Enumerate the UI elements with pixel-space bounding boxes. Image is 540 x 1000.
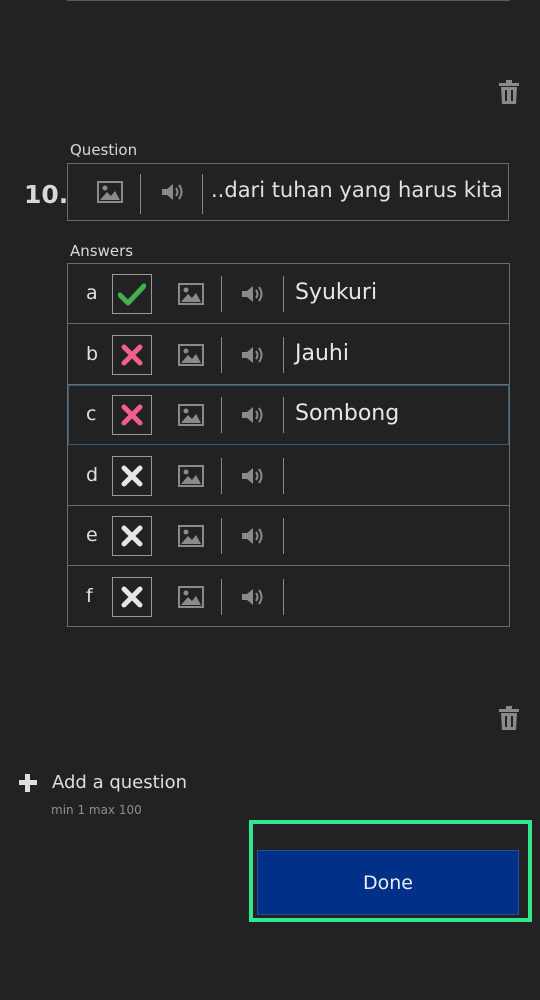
cross-icon [121,586,143,607]
cross-icon [121,344,143,365]
divider [221,457,222,494]
add-audio-button[interactable] [240,586,266,612]
image-icon [178,525,204,547]
divider [140,174,141,214]
add-image-button[interactable] [178,404,204,430]
question-input-box[interactable]: dari tuhan yang harus kita.. [67,163,509,221]
answer-letter: f [86,584,93,607]
cross-icon [121,404,143,426]
answer-letter: a [86,282,98,304]
speaker-icon [242,346,263,363]
check-icon [118,283,146,306]
divider [283,397,284,433]
divider [221,276,222,312]
answer-row: f [68,567,509,627]
image-icon [178,464,204,487]
correct-toggle[interactable] [112,334,152,375]
add-image-button[interactable] [178,283,204,309]
image-icon [178,585,204,608]
divider [221,397,222,433]
cross-icon [121,465,143,486]
answer-letter: e [86,524,98,546]
done-label: Done [363,871,413,894]
answer-input[interactable]: Sombong [295,401,399,426]
image-icon [178,283,204,305]
add-image-button[interactable] [178,525,204,551]
answer-row: e [68,506,509,566]
correct-toggle[interactable] [112,576,152,617]
add-question-label: Add a question [52,772,188,793]
delete-question-button[interactable] [498,80,520,108]
speaker-icon [242,286,263,302]
answer-row: b Jauhi [68,325,509,385]
divider [221,578,222,615]
add-image-button[interactable] [178,343,204,370]
divider [283,276,284,312]
add-audio-button[interactable] [240,525,266,551]
answer-row: a Syukuri [68,264,509,324]
question-label: Question [70,141,138,159]
divider [283,336,284,373]
speaker-icon [162,184,183,200]
add-image-button[interactable] [97,181,123,207]
add-audio-button[interactable] [240,344,266,370]
answer-row: c Sombong [68,385,509,445]
correct-toggle[interactable] [112,274,152,314]
answer-letter: c [86,403,97,425]
image-icon [97,181,123,203]
answer-row: d [68,446,509,506]
question-text[interactable]: dari tuhan yang harus kita.. [211,178,503,202]
cross-icon [121,525,143,547]
correct-toggle[interactable] [112,516,152,556]
divider [283,457,284,494]
add-audio-button[interactable] [240,465,266,491]
previous-question-card [67,0,510,1]
trash-icon [499,706,519,730]
add-audio-button[interactable] [160,181,186,207]
divider [202,174,203,214]
add-audio-button[interactable] [240,404,266,430]
divider [283,578,284,615]
answers-label: Answers [70,242,134,260]
question-number: 10. [24,180,69,209]
question-limits: min 1 max 100 [51,803,142,817]
divider [221,336,222,373]
speaker-icon [242,467,263,484]
done-button[interactable]: Done [257,850,519,915]
image-icon [178,343,204,366]
speaker-icon [242,528,263,544]
delete-question-button[interactable] [498,706,520,734]
image-icon [178,404,204,426]
answer-letter: d [86,463,99,486]
correct-toggle[interactable] [112,455,152,496]
speaker-icon [242,588,263,605]
trash-icon [499,80,519,104]
add-audio-button[interactable] [240,283,266,309]
speaker-icon [242,407,263,423]
answer-input[interactable]: Jauhi [295,341,349,366]
correct-toggle[interactable] [112,395,152,435]
divider [221,518,222,554]
plus-icon [19,774,37,792]
answers-table: a Syukuri b Jauhi c Sombong d e f [67,263,510,627]
answer-letter: b [86,342,99,365]
add-image-button[interactable] [178,585,204,612]
add-image-button[interactable] [178,464,204,491]
divider [283,518,284,554]
answer-input[interactable]: Syukuri [295,280,377,305]
